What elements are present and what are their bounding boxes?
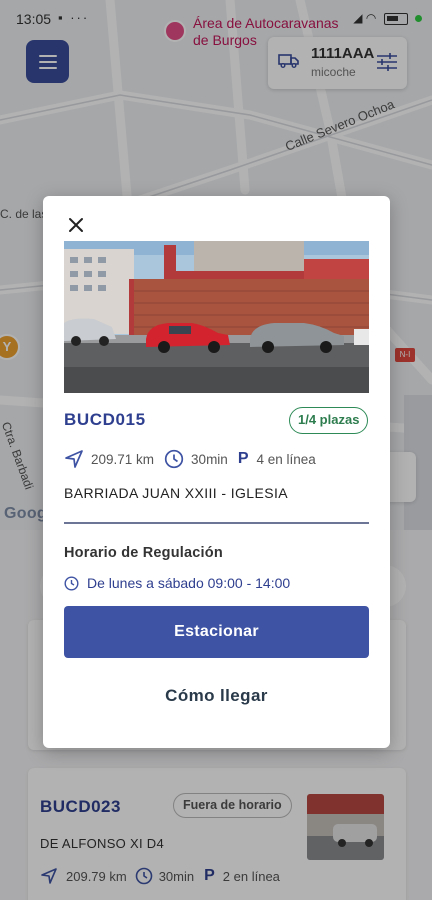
duration-value: 30min [191, 451, 228, 467]
schedule-text: De lunes a sábado 09:00 - 14:00 [87, 574, 291, 591]
close-icon[interactable] [65, 214, 87, 236]
distance-value: 209.71 km [91, 451, 155, 467]
parking-online-value: 4 en línea [256, 451, 316, 467]
parking-metrics: 209.71 km 30min P 4 en línea [64, 449, 326, 469]
directions-button[interactable]: Cómo llegar [64, 672, 369, 720]
parking-photo [64, 241, 369, 393]
clock-icon [164, 449, 184, 469]
parking-code: BUCD015 [64, 410, 146, 429]
clock-icon [64, 576, 79, 591]
schedule-title: Horario de Regulación [64, 545, 223, 561]
availability-badge: 1/4 plazas [289, 407, 369, 434]
park-button[interactable]: Estacionar [64, 606, 369, 658]
parking-detail-dialog: BUCD015 1/4 plazas 209.71 km 30min P 4 e… [43, 196, 390, 748]
parking-address: BARRIADA JUAN XXIII - IGLESIA [64, 485, 288, 501]
parking-icon: P [237, 450, 249, 467]
divider [64, 522, 369, 524]
navigation-arrow-icon [64, 449, 84, 469]
schedule-row: De lunes a sábado 09:00 - 14:00 [64, 574, 290, 591]
